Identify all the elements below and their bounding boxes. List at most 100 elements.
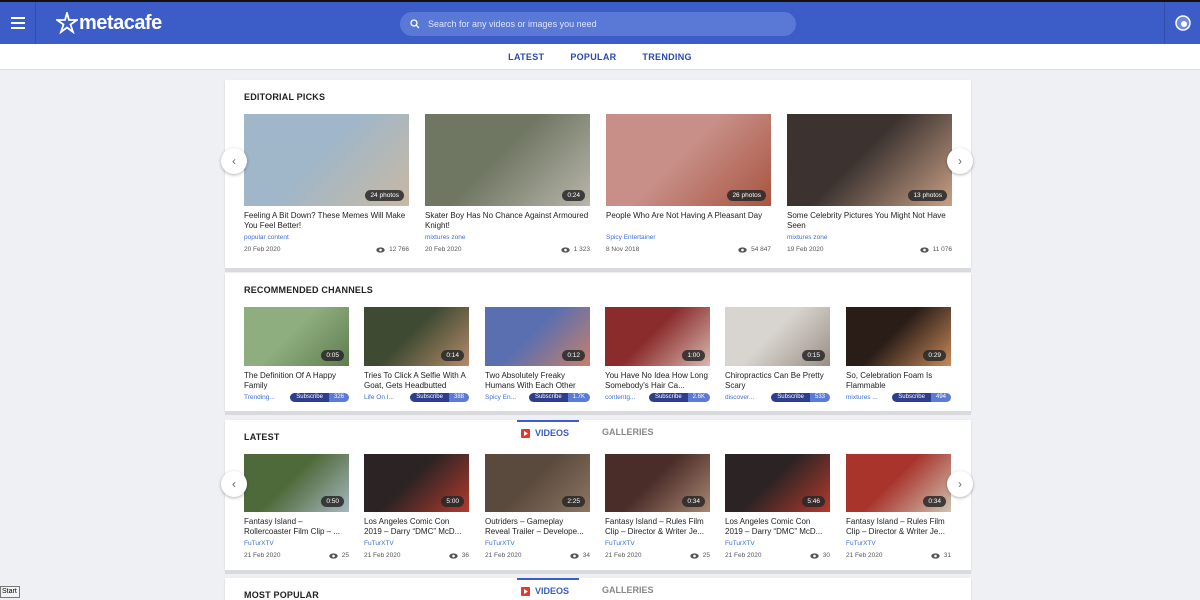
editorial-next-arrow-icon[interactable]: › [947, 148, 973, 174]
subscribe-button[interactable]: Subscribe 533 [771, 393, 830, 402]
card-title[interactable]: Fantasy Island – Rules Film Clip – Direc… [605, 517, 710, 536]
latest-video-card[interactable]: 5:46 Los Angeles Comic Con 2019 – Darry “… [725, 454, 830, 559]
tab-videos[interactable]: VIDEOS [517, 578, 579, 600]
latest-video-card[interactable]: 0:50 Fantasy Island – Rollercoaster Film … [244, 454, 349, 559]
card-title[interactable]: People Who Are Not Having A Pleasant Day [606, 211, 771, 230]
card-title[interactable]: Fantasy Island – Rollercoaster Film Clip… [244, 517, 349, 536]
card-thumbnail[interactable]: 24 photos [244, 114, 409, 206]
tab-galleries[interactable]: GALLERIES [593, 420, 655, 444]
subscribe-button[interactable]: Subscribe 326 [290, 393, 349, 402]
channel-name[interactable]: discover... [725, 394, 765, 401]
latest-video-card[interactable]: 0:34 Fantasy Island – Rules Film Clip – D… [846, 454, 951, 559]
editorial-card[interactable]: 0:24 Skater Boy Has No Chance Against Arm… [425, 114, 590, 253]
card-title[interactable]: Two Absolutely Freaky Humans With Each O… [485, 371, 590, 390]
hamburger-menu-icon[interactable] [0, 2, 36, 44]
section-title: LATEST [244, 432, 280, 442]
views-eye-icon [919, 246, 929, 253]
latest-video-card[interactable]: 5:00 Los Angeles Comic Con 2019 – Darry “… [364, 454, 469, 559]
card-views: 54 847 [738, 246, 771, 253]
channel-card[interactable]: 0:29 So, Celebration Foam Is Flammable mix… [846, 307, 951, 402]
latest-video-card[interactable]: 2:25 Outriders – Gameplay Reveal Trailer … [485, 454, 590, 559]
card-thumbnail[interactable]: 0:15 [725, 307, 830, 366]
channel-card[interactable]: 0:05 The Definition Of A Happy Family Tren… [244, 307, 349, 402]
card-source[interactable]: mixtures zone [787, 234, 952, 241]
logo-text: metacafe [79, 11, 162, 34]
card-title[interactable]: Outriders – Gameplay Reveal Trailer – De… [485, 517, 590, 536]
latest-prev-arrow-icon[interactable]: ‹ [221, 471, 247, 497]
channel-name[interactable]: Trending... [244, 394, 284, 401]
channel-name[interactable]: Life On I... [364, 394, 404, 401]
channel-name[interactable]: mixtures ... [846, 394, 886, 401]
card-thumbnail[interactable]: 1:00 [605, 307, 710, 366]
card-source[interactable]: FuTurXTV [485, 540, 590, 547]
subscribe-button[interactable]: Subscribe 1.7K [528, 393, 590, 402]
channel-card[interactable]: 1:00 You Have No Idea How Long Somebody's… [605, 307, 710, 402]
card-source[interactable]: FuTurXTV [846, 540, 951, 547]
card-title[interactable]: Chiropractics Can Be Pretty Scary [725, 371, 830, 390]
card-title[interactable]: The Definition Of A Happy Family [244, 371, 349, 390]
channel-name[interactable]: Spicy En... [485, 394, 525, 401]
card-title[interactable]: Los Angeles Comic Con 2019 – Darry “DMC”… [364, 517, 469, 536]
card-title[interactable]: So, Celebration Foam Is Flammable [846, 371, 951, 390]
card-title[interactable]: Some Celebrity Pictures You Might Not Ha… [787, 211, 952, 230]
search-bar[interactable] [400, 12, 796, 36]
card-source[interactable]: Spicy Entertainer [606, 234, 771, 241]
channel-name[interactable]: contentg... [605, 394, 645, 401]
editorial-prev-arrow-icon[interactable]: ‹ [221, 148, 247, 174]
channel-card[interactable]: 0:14 Tries To Click A Selfie With A Goat,… [364, 307, 469, 402]
card-source[interactable]: mixtures zone [425, 234, 590, 241]
card-title[interactable]: Skater Boy Has No Chance Against Armoure… [425, 211, 590, 230]
channel-card[interactable]: 0:15 Chiropractics Can Be Pretty Scary dis… [725, 307, 830, 402]
card-source[interactable]: FuTurXTV [364, 540, 469, 547]
card-title[interactable]: You Have No Idea How Long Somebody's Hai… [605, 371, 710, 390]
editorial-card[interactable]: 26 photos People Who Are Not Having A Ple… [606, 114, 771, 253]
card-thumbnail[interactable]: 5:46 [725, 454, 830, 512]
card-source[interactable]: FuTurXTV [605, 540, 710, 547]
nav-trending[interactable]: TRENDING [642, 52, 691, 62]
views-eye-icon [738, 246, 747, 253]
card-thumbnail[interactable]: 0:14 [364, 307, 469, 366]
card-source[interactable]: FuTurXTV [244, 540, 349, 547]
card-source[interactable]: FuTurXTV [725, 540, 830, 547]
card-thumbnail[interactable]: 5:00 [364, 454, 469, 512]
taskbar-start-button[interactable]: Start [0, 586, 20, 598]
tab-galleries[interactable]: GALLERIES [593, 578, 655, 600]
card-title[interactable]: Fantasy Island – Rules Film Clip – Direc… [846, 517, 951, 536]
latest-video-card[interactable]: 0:34 Fantasy Island – Rules Film Clip – D… [605, 454, 710, 559]
nav-latest[interactable]: LATEST [508, 52, 544, 62]
tab-videos[interactable]: VIDEOS [517, 420, 579, 444]
channel-card[interactable]: 0:12 Two Absolutely Freaky Humans With Ea… [485, 307, 590, 402]
card-thumbnail[interactable]: 26 photos [606, 114, 771, 206]
card-thumbnail[interactable]: 13 photos [787, 114, 952, 206]
video-play-icon [521, 428, 530, 438]
card-source[interactable]: popular content [244, 234, 409, 241]
duration-badge: 0:34 [682, 496, 705, 507]
card-title[interactable]: Tries To Click A Selfie With A Goat, Get… [364, 371, 469, 390]
editorial-card[interactable]: 13 photos Some Celebrity Pictures You Mig… [787, 114, 952, 253]
nav-popular[interactable]: POPULAR [570, 52, 616, 62]
subscribe-button[interactable]: Subscribe 2.6K [648, 393, 710, 402]
user-account-button[interactable] [1164, 2, 1200, 44]
media-badge: 0:24 [562, 190, 585, 201]
card-thumbnail[interactable]: 0:50 [244, 454, 349, 512]
subscribe-button[interactable]: Subscribe 388 [410, 393, 469, 402]
card-thumbnail[interactable]: 0:24 [425, 114, 590, 206]
card-thumbnail[interactable]: 0:12 [485, 307, 590, 366]
card-thumbnail[interactable]: 2:25 [485, 454, 590, 512]
card-date: 8 Nov 2018 [606, 246, 640, 253]
subscribe-button[interactable]: Subscribe 494 [892, 393, 951, 402]
card-thumbnail[interactable]: 0:34 [605, 454, 710, 512]
metacafe-logo[interactable]: metacafe [56, 8, 162, 38]
card-date: 19 Feb 2020 [787, 246, 824, 253]
views-eye-icon [931, 552, 940, 559]
latest-next-arrow-icon[interactable]: › [947, 471, 973, 497]
card-title[interactable]: Los Angeles Comic Con 2019 – Darry “DMC”… [725, 517, 830, 536]
views-eye-icon [570, 552, 579, 559]
card-date: 21 Feb 2020 [725, 552, 762, 559]
card-thumbnail[interactable]: 0:34 [846, 454, 951, 512]
card-thumbnail[interactable]: 0:29 [846, 307, 951, 366]
search-input[interactable] [428, 19, 768, 29]
card-thumbnail[interactable]: 0:05 [244, 307, 349, 366]
editorial-card[interactable]: 24 photos Feeling A Bit Down? These Memes… [244, 114, 409, 253]
card-title[interactable]: Feeling A Bit Down? These Memes Will Mak… [244, 211, 409, 230]
